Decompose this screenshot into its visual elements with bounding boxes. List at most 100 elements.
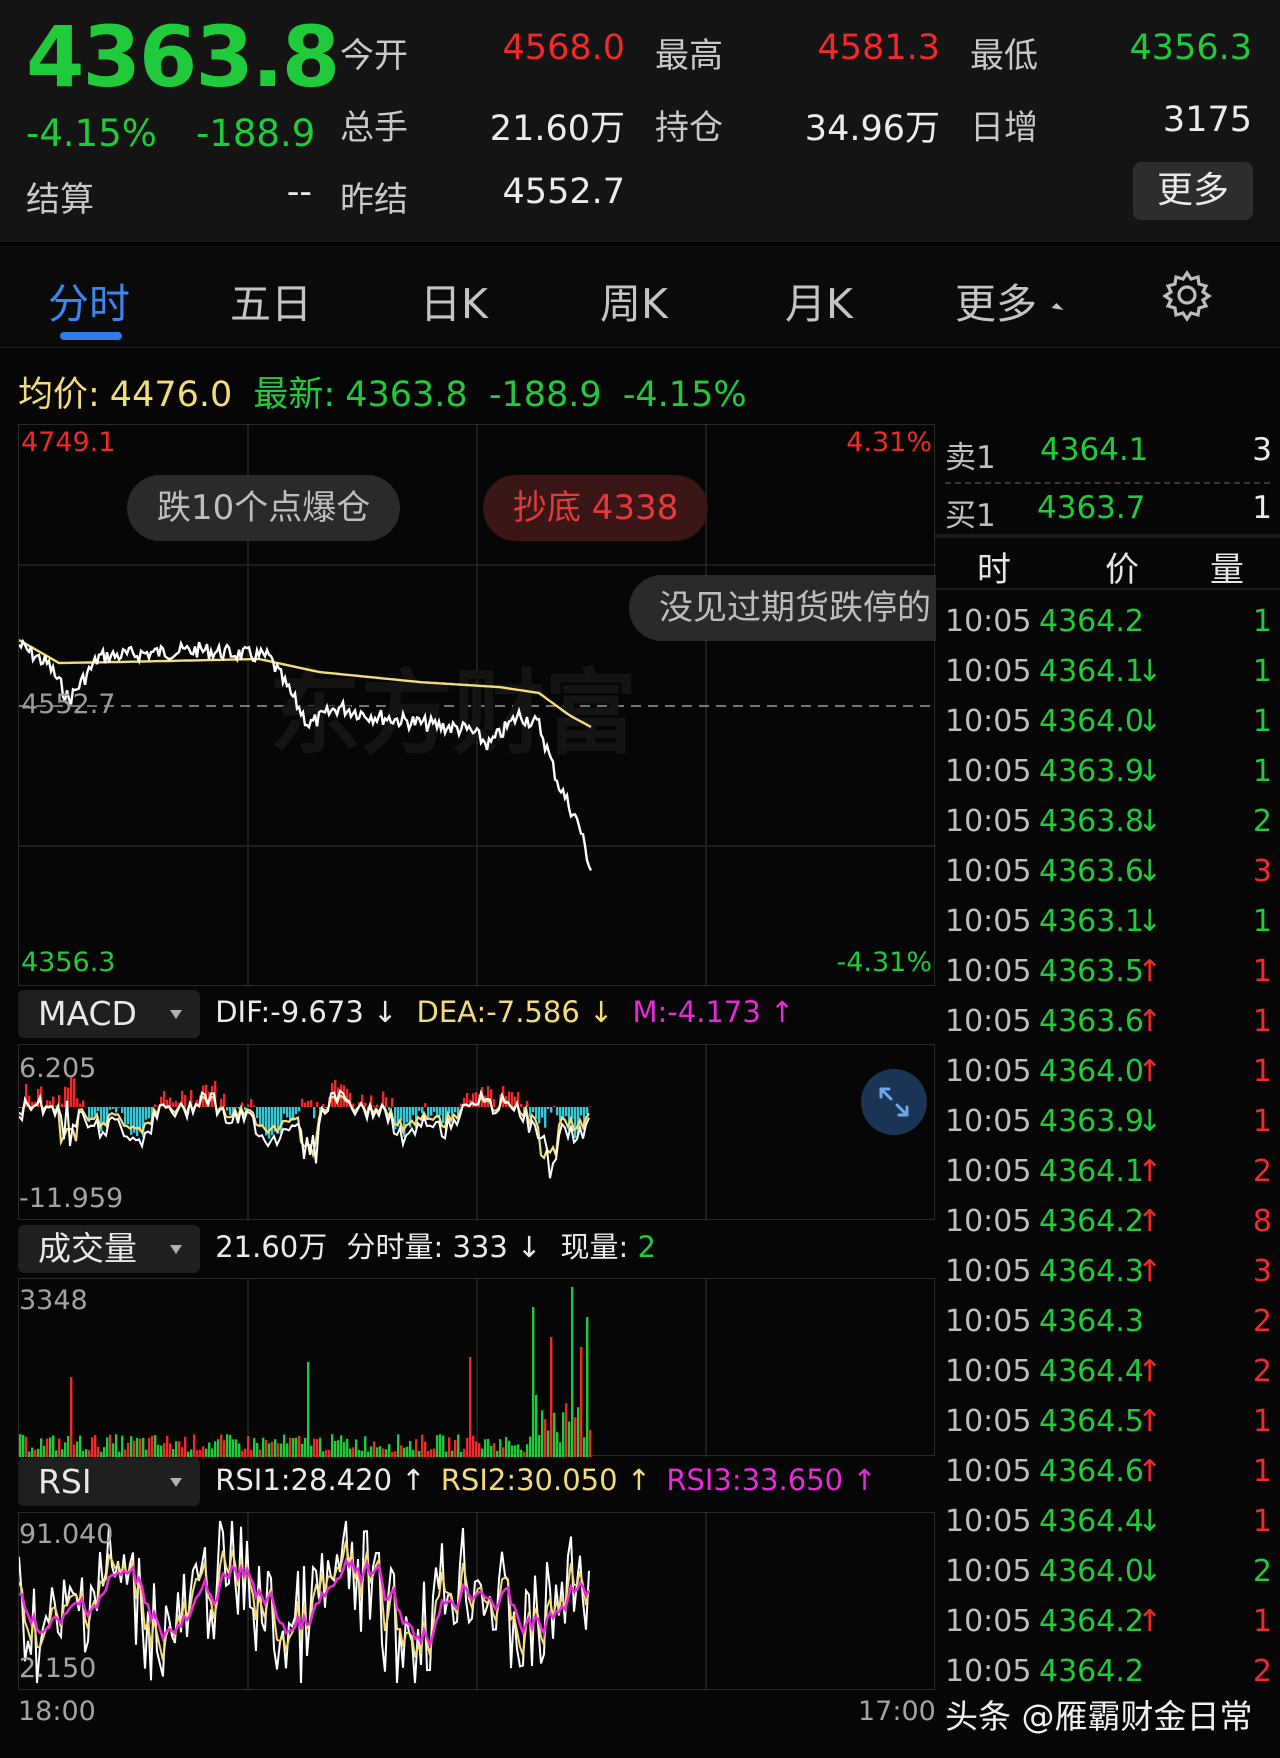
- volume-bar: [541, 1410, 544, 1457]
- volume-bar: [229, 1434, 232, 1457]
- tab-more[interactable]: 更多: [955, 270, 1037, 330]
- tab-five-day[interactable]: 五日: [230, 270, 312, 330]
- arrow-down-icon: ↓: [1137, 654, 1163, 689]
- macd-histogram-bar-positive: [220, 1098, 223, 1107]
- volume-bar: [472, 1435, 475, 1457]
- volume-label: 总手: [340, 108, 408, 148]
- trade-qty: 1: [1252, 754, 1272, 789]
- volume-bar: [214, 1441, 217, 1457]
- volume-bar: [160, 1445, 163, 1457]
- macd-indicator-select[interactable]: MACD: [18, 990, 200, 1038]
- macd-axis-max: 6.205: [19, 1053, 97, 1084]
- rsi3-value: RSI3:33.650 ↑: [666, 1463, 877, 1497]
- rsi-axis-max: 91.040: [19, 1519, 114, 1550]
- volume-bar: [220, 1434, 223, 1457]
- volume-bar: [397, 1434, 400, 1457]
- settings-gear-icon[interactable]: [1160, 268, 1214, 322]
- volume-indicator-select[interactable]: 成交量: [18, 1225, 200, 1273]
- volume-bar: [124, 1449, 127, 1457]
- trade-price: 4364.0: [1039, 1054, 1144, 1089]
- macd-histogram-bar-negative: [283, 1107, 286, 1114]
- col-price: 价: [1105, 550, 1139, 590]
- volume-bar: [64, 1442, 67, 1457]
- change-percent: -4.15%: [26, 112, 157, 155]
- intraday-price-chart[interactable]: 东方财富 4749.1 4.31% 4552.7 4356.3 -4.31% 跌…: [18, 424, 936, 987]
- arrow-down-icon: ↓: [1137, 704, 1163, 739]
- bid1-price: 4363.7: [1037, 490, 1146, 526]
- volume-bar: [181, 1447, 184, 1457]
- macd-histogram-bar-negative: [259, 1107, 262, 1128]
- macd-chart[interactable]: 6.205 -11.959: [18, 1044, 935, 1221]
- macd-histogram-bar-positive: [310, 1100, 313, 1107]
- volume-bar: [340, 1435, 343, 1457]
- volume-bar: [454, 1440, 457, 1457]
- macd-histogram-bar-positive: [487, 1086, 490, 1107]
- expand-chart-icon[interactable]: [859, 1067, 929, 1137]
- volume-bar: [130, 1436, 133, 1457]
- volume-bar: [424, 1441, 427, 1457]
- macd-histogram-bar-negative: [91, 1107, 94, 1119]
- rsi-chart[interactable]: 91.040 2.150: [18, 1512, 935, 1691]
- macd-histogram-bar-negative: [550, 1107, 553, 1113]
- avg-price-label: 均价:: [18, 375, 100, 415]
- volume-bar: [289, 1437, 292, 1457]
- trade-time: 10:05: [945, 1204, 1032, 1239]
- tab-weekly-k[interactable]: 周K: [600, 270, 668, 330]
- macd-histogram-bar-positive: [250, 1099, 253, 1107]
- trade-time: 10:05: [945, 1254, 1032, 1289]
- macd-histogram-bar-negative: [112, 1107, 115, 1109]
- trade-price: 4364.0: [1039, 1554, 1144, 1589]
- volume-chart[interactable]: 3348: [18, 1278, 935, 1457]
- volume-bar: [295, 1437, 298, 1457]
- trade-price: 4364.2: [1039, 1654, 1144, 1689]
- volume-bar: [223, 1440, 226, 1457]
- trade-qty: 1: [1252, 1004, 1272, 1039]
- volume-bar: [172, 1448, 175, 1457]
- trade-time: 10:05: [945, 604, 1032, 639]
- macd-histogram-bar-negative: [262, 1107, 265, 1127]
- tab-intraday[interactable]: 分时: [48, 270, 130, 330]
- trade-time: 10:05: [945, 1604, 1032, 1639]
- trade-qty: 2: [1252, 1654, 1272, 1689]
- trade-time: 10:05: [945, 1054, 1032, 1089]
- volume-bar: [142, 1438, 145, 1457]
- volume-bar: [319, 1437, 322, 1457]
- volume-bar: [514, 1445, 517, 1457]
- arrow-down-icon: ↓: [1137, 804, 1163, 839]
- comment-bubble[interactable]: 跌10个点爆仓: [127, 475, 401, 541]
- volume-bar: [496, 1450, 499, 1457]
- volume-bar: [412, 1449, 415, 1457]
- arrow-down-icon: ↓: [1137, 1554, 1163, 1589]
- volume-bar: [85, 1449, 88, 1457]
- tab-monthly-k[interactable]: 月K: [785, 270, 853, 330]
- volume-bar: [328, 1449, 331, 1457]
- rsi-indicator-select[interactable]: RSI: [18, 1458, 200, 1506]
- arrow-down-icon: ↓: [1137, 904, 1163, 939]
- volume-bar: [304, 1438, 307, 1457]
- comment-bubble[interactable]: 抄底 4338: [483, 475, 709, 541]
- time-axis-start: 18:00: [18, 1696, 96, 1727]
- volume-bar: [118, 1451, 121, 1457]
- trade-price: 4363.9: [1039, 754, 1144, 789]
- macd-histogram-bar-negative: [103, 1107, 106, 1125]
- more-quote-button[interactable]: 更多: [1133, 162, 1253, 220]
- arrow-down-icon: ↓: [1137, 1104, 1163, 1139]
- trade-time: 10:05: [945, 804, 1032, 839]
- trade-row: 10:05 4364.1 ↓ 1: [945, 654, 1280, 704]
- volume-bar: [481, 1448, 484, 1457]
- trade-price: 4364.2: [1039, 1604, 1144, 1639]
- trade-row: 10:05 4364.0 ↑ 1: [945, 1054, 1280, 1104]
- volume-bar: [589, 1429, 592, 1457]
- high-label: 最高: [655, 36, 723, 76]
- volume-bar: [553, 1412, 556, 1457]
- volume-bar: [292, 1438, 295, 1457]
- comment-bubble[interactable]: 没见过期货跌停的: [629, 575, 936, 641]
- volume-bar: [22, 1434, 25, 1457]
- tab-daily-k[interactable]: 日K: [420, 270, 488, 330]
- volume-bar: [79, 1435, 82, 1457]
- volume-bar: [40, 1438, 43, 1457]
- volume-bar: [442, 1435, 445, 1457]
- macd-histogram-bar-negative: [556, 1107, 559, 1116]
- trade-time: 10:05: [945, 1354, 1032, 1389]
- trade-row: 10:05 4364.3 ↑ 3: [945, 1254, 1280, 1304]
